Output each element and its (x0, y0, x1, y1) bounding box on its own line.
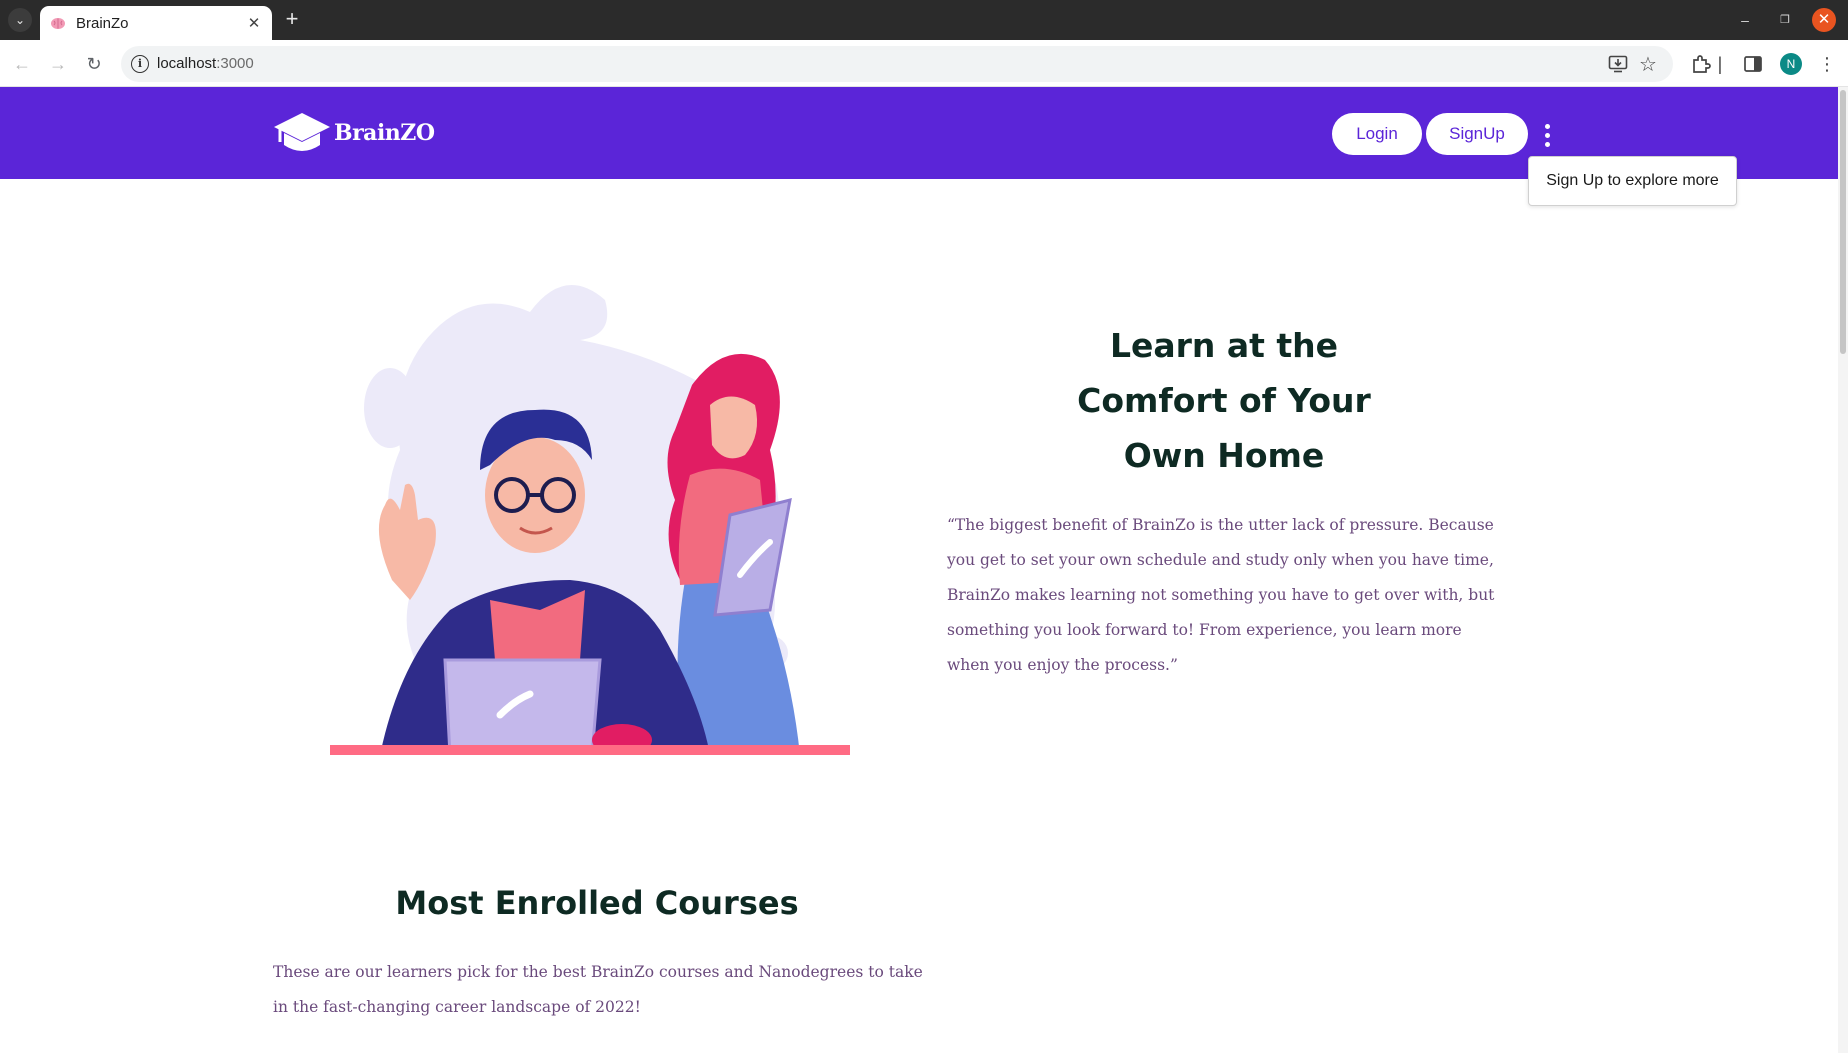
desk (330, 745, 850, 755)
brand-name: BrainZO (334, 120, 435, 146)
install-app-icon[interactable] (1608, 55, 1628, 73)
bookmark-star-icon[interactable]: ☆ (1639, 52, 1657, 77)
back-arrow-icon[interactable]: ← (10, 52, 34, 76)
tab-search-chevron-icon[interactable]: ⌄ (8, 8, 32, 32)
address-url[interactable]: localhost:3000 (157, 55, 254, 72)
brain-favicon-icon (51, 18, 65, 29)
forward-arrow-icon[interactable]: → (46, 52, 70, 76)
browser-toolbar: ← → ↻ i localhost:3000 ☆ | N ⋮ (0, 40, 1848, 87)
hero-title: Learn at the Comfort of Your Own Home (1044, 318, 1404, 483)
hero-title-line3: Own Home (1123, 436, 1325, 475)
window-minimize-icon[interactable]: – (1735, 8, 1755, 32)
toolbar-divider: | (1717, 54, 1723, 74)
login-button[interactable]: Login (1332, 113, 1422, 155)
window-restore-icon[interactable]: ❐ (1775, 8, 1795, 32)
site-info-icon[interactable]: i (131, 55, 149, 73)
window-close-icon[interactable]: ✕ (1812, 8, 1836, 32)
brand-logo[interactable]: BrainZO (272, 109, 435, 157)
hero-illustration (330, 285, 850, 755)
laptop (443, 658, 602, 755)
browser-tabstrip: ⌄ BrainZo ✕ + – ❐ ✕ (0, 0, 1848, 40)
side-panel-icon[interactable] (1741, 52, 1765, 76)
url-host: localhost (157, 55, 217, 72)
signup-button[interactable]: SignUp (1426, 113, 1528, 155)
extensions-puzzle-icon[interactable] (1689, 52, 1713, 76)
kebab-dot (1544, 123, 1550, 129)
new-tab-plus-icon[interactable]: + (280, 8, 304, 32)
tab-close-icon[interactable]: ✕ (244, 13, 264, 33)
profile-avatar[interactable]: N (1780, 53, 1802, 75)
hero-title-line2: Comfort of Your (1077, 381, 1371, 420)
kebab-dot (1544, 141, 1550, 147)
tab-title: BrainZo (76, 14, 129, 32)
url-port: :3000 (216, 55, 254, 72)
page-scrollbar-thumb[interactable] (1840, 90, 1846, 354)
more-options-kebab-icon[interactable] (1538, 115, 1556, 155)
courses-section-description: These are our learners pick for the best… (273, 963, 923, 1016)
kebab-dot (1544, 132, 1550, 138)
courses-section-title: Most Enrolled Courses (395, 884, 799, 922)
browser-tab[interactable]: BrainZo ✕ (40, 6, 272, 40)
more-options-tooltip: Sign Up to explore more (1528, 156, 1737, 206)
hero-quote: “The biggest benefit of BrainZo is the u… (947, 516, 1495, 674)
graduation-cap-logo-icon (274, 113, 330, 151)
hero-title-line1: Learn at the (1109, 326, 1339, 365)
left-blob (364, 368, 416, 448)
reload-icon[interactable]: ↻ (82, 52, 106, 76)
address-bar[interactable]: i localhost:3000 ☆ (121, 46, 1673, 82)
browser-menu-kebab-icon[interactable]: ⋮ (1815, 52, 1839, 76)
